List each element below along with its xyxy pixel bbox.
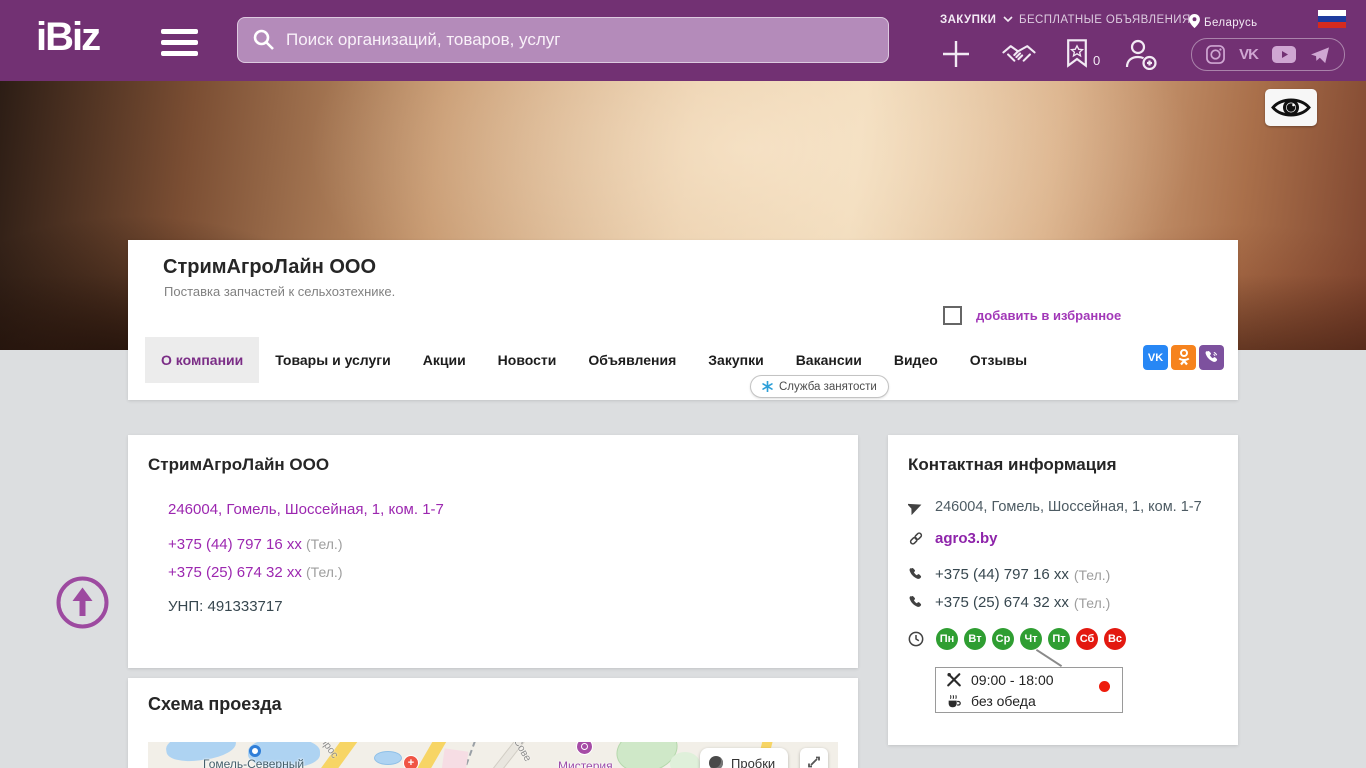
map-district-label[interactable]: Гомель-Северный (203, 757, 304, 768)
map-district-marker-icon[interactable] (249, 745, 261, 757)
map-poi-label[interactable]: Мистерия (558, 759, 613, 768)
favorites-count: 0 (1093, 53, 1101, 68)
work-tools-icon (947, 672, 961, 687)
phone-note: (Тел.) (1073, 566, 1111, 583)
schedule-tooltip: 09:00 - 18:00 без обеда (935, 667, 1123, 713)
tab-reviews[interactable]: Отзывы (954, 337, 1043, 383)
company-unp: УНП: 491333717 (168, 598, 283, 615)
bookmark-star-icon[interactable] (1066, 39, 1088, 73)
site-logo[interactable]: iBiz (36, 15, 101, 60)
day-thu[interactable]: Чт (1020, 628, 1042, 650)
handshake-icon[interactable] (1000, 42, 1038, 74)
day-tue[interactable]: Вт (964, 628, 986, 650)
tab-video[interactable]: Видео (878, 337, 954, 383)
eye-icon (1271, 98, 1311, 117)
chevron-down-icon (1003, 16, 1013, 23)
link-icon (908, 530, 924, 547)
contact-info-title: Контактная информация (908, 455, 1117, 474)
working-days: Пн Вт Ср Чт Пт Сб Вс (936, 628, 1126, 650)
company-header-card: СтримАгроЛайн ООО Поставка запчастей к с… (128, 240, 1238, 400)
day-fri[interactable]: Пт (1048, 628, 1070, 650)
map-medical-marker-icon[interactable]: + (403, 755, 419, 768)
tab-about[interactable]: О компании (145, 337, 260, 383)
day-sun[interactable]: Вс (1104, 628, 1126, 650)
search-icon (253, 29, 274, 50)
person-add-icon[interactable] (1124, 39, 1157, 75)
day-wed[interactable]: Ср (992, 628, 1014, 650)
directions-card: Схема проезда Гомель-Северный прос Сове … (128, 678, 858, 768)
employment-service-badge[interactable]: Служба занятости (750, 375, 889, 398)
lunch-info: без обеда (971, 693, 1036, 709)
employment-service-icon (762, 381, 773, 392)
contact-phone[interactable]: +375 (25) 674 32 xx (935, 594, 1069, 611)
clock-icon (908, 631, 924, 652)
day-sat[interactable]: Сб (1076, 628, 1098, 650)
accessibility-eye-button[interactable] (1265, 89, 1317, 126)
search-bar (237, 17, 889, 63)
company-website-link[interactable]: agro3.by (935, 530, 998, 547)
company-social-icons: VK (1143, 345, 1224, 370)
tab-news[interactable]: Новости (482, 337, 573, 383)
employment-service-label: Служба занятости (779, 380, 877, 393)
phone-note: (Тел.) (306, 536, 343, 552)
traffic-icon (709, 756, 723, 768)
viber-icon[interactable] (1199, 345, 1224, 370)
map-canvas[interactable]: Гомель-Северный прос Сове + Мистерия Про… (148, 742, 838, 768)
company-name: СтримАгроЛайн ООО (163, 256, 377, 278)
search-input[interactable] (237, 17, 889, 63)
menu-icon[interactable] (161, 29, 198, 56)
russia-flag[interactable] (1318, 10, 1346, 28)
closed-now-indicator (1099, 681, 1110, 692)
telegram-icon[interactable] (1310, 46, 1330, 64)
about-company-title: СтримАгроЛайн ООО (148, 455, 330, 474)
favorite-label: добавить в избранное (976, 308, 1122, 323)
vk-icon[interactable]: VK (1239, 46, 1259, 63)
location-pin-icon (1189, 14, 1200, 28)
tab-ads[interactable]: Объявления (572, 337, 692, 383)
arrow-up-icon (56, 576, 109, 629)
about-company-card: СтримАгроЛайн ООО 246004, Гомель, Шоссей… (128, 435, 858, 668)
expand-arrows-icon (808, 756, 820, 768)
contact-address: 246004, Гомель, Шоссейная, 1, ком. 1-7 (935, 499, 1202, 515)
odnoklassniki-icon[interactable] (1171, 345, 1196, 370)
map-expand-button[interactable] (800, 748, 828, 768)
favorite-checkbox[interactable] (943, 306, 962, 325)
contact-phone[interactable]: +375 (44) 797 16 xx (935, 566, 1069, 583)
tab-promotions[interactable]: Акции (407, 337, 482, 383)
scroll-to-top-button[interactable] (55, 575, 110, 630)
work-hours: 09:00 - 18:00 (971, 672, 1054, 688)
phone-link[interactable]: +375 (25) 674 32 xx (168, 564, 302, 581)
top-header: iBiz ЗАКУПКИ БЕСПЛАТНЫЕ ОБЪЯВЛЕНИЯ Белар… (0, 0, 1366, 81)
schedule-tooltip-pointer (1035, 648, 1063, 668)
tab-products[interactable]: Товары и услуги (259, 337, 406, 383)
phone-icon (908, 567, 924, 582)
navigation-arrow-icon (908, 500, 924, 515)
nav-purchases[interactable]: ЗАКУПКИ (940, 14, 1013, 26)
traffic-button[interactable]: Пробки (700, 748, 788, 768)
youtube-icon[interactable] (1271, 46, 1296, 63)
add-plus-icon[interactable] (941, 39, 971, 74)
phone-note: (Тел.) (306, 564, 343, 580)
map-poi-marker-icon[interactable] (576, 742, 593, 755)
directions-title: Схема проезда (148, 694, 282, 714)
company-address-link[interactable]: 246004, Гомель, Шоссейная, 1, ком. 1-7 (168, 501, 444, 518)
company-tabs: О компании Товары и услуги Акции Новости… (145, 337, 1043, 383)
nav-region[interactable]: Беларусь (1189, 14, 1258, 29)
add-to-favorites[interactable]: добавить в избранное (943, 306, 1121, 325)
phone-link[interactable]: +375 (44) 797 16 xx (168, 536, 302, 553)
social-links-box: VK (1191, 38, 1345, 71)
page: iBiz ЗАКУПКИ БЕСПЛАТНЫЕ ОБЪЯВЛЕНИЯ Белар… (0, 0, 1366, 768)
day-mon[interactable]: Пн (936, 628, 958, 650)
vk-icon[interactable]: VK (1143, 345, 1168, 370)
contact-info-card: Контактная информация 246004, Гомель, Шо… (888, 435, 1238, 745)
phone-icon (908, 595, 924, 610)
nav-free-ads[interactable]: БЕСПЛАТНЫЕ ОБЪЯВЛЕНИЯ (1019, 14, 1191, 26)
phone-note: (Тел.) (1073, 594, 1111, 611)
company-description: Поставка запчастей к сельхозтехнике. (164, 284, 396, 299)
coffee-cup-icon (948, 694, 961, 707)
instagram-icon[interactable] (1206, 45, 1225, 64)
